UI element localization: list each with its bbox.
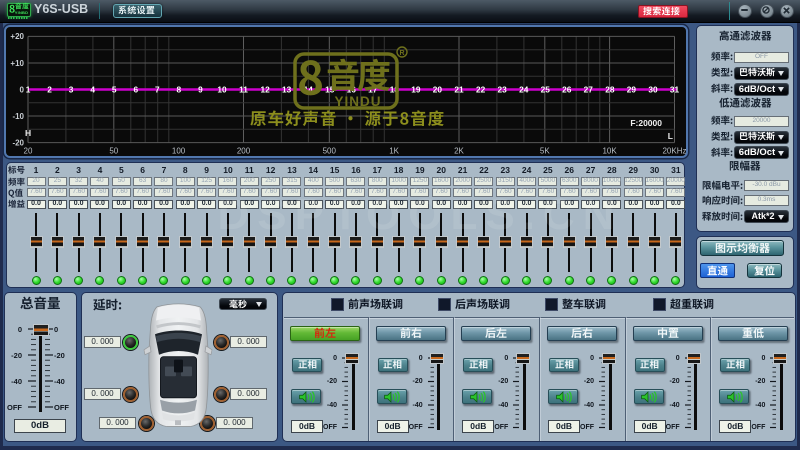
svg-text:30: 30	[648, 84, 658, 94]
svg-text:20KHz: 20KHz	[662, 147, 686, 156]
svg-text:6: 6	[133, 84, 138, 94]
svg-text:25: 25	[541, 84, 551, 94]
svg-text:13: 13	[282, 84, 292, 94]
svg-text:12: 12	[260, 84, 270, 94]
svg-text:7: 7	[155, 84, 160, 94]
svg-text:+20: +20	[10, 32, 24, 41]
svg-text:31: 31	[670, 84, 680, 94]
svg-text:19: 19	[411, 84, 421, 94]
svg-text:H: H	[25, 128, 31, 138]
svg-text:22: 22	[476, 84, 486, 94]
svg-text:5: 5	[112, 84, 117, 94]
svg-text:200: 200	[237, 147, 251, 156]
svg-text:F:20000: F:20000	[630, 118, 662, 128]
svg-text:29: 29	[627, 84, 637, 94]
svg-text:27: 27	[584, 84, 594, 94]
svg-text:4: 4	[90, 84, 95, 94]
svg-text:3: 3	[69, 84, 74, 94]
svg-text:9: 9	[198, 84, 203, 94]
svg-text:10: 10	[217, 84, 227, 94]
svg-text:23: 23	[497, 84, 507, 94]
svg-text:20: 20	[433, 84, 443, 94]
svg-text:11: 11	[239, 84, 248, 94]
svg-text:10K: 10K	[602, 147, 617, 156]
svg-text:8: 8	[176, 84, 181, 94]
svg-text:-10: -10	[12, 112, 24, 121]
svg-text:R: R	[399, 50, 404, 57]
svg-text:2K: 2K	[454, 147, 464, 156]
svg-text:50: 50	[109, 147, 118, 156]
svg-text:L: L	[668, 131, 673, 141]
svg-text:1K: 1K	[389, 147, 399, 156]
svg-text:100: 100	[172, 147, 186, 156]
svg-text:5K: 5K	[540, 147, 550, 156]
svg-text:28: 28	[605, 84, 615, 94]
svg-text:26: 26	[562, 84, 572, 94]
svg-text:0: 0	[20, 85, 25, 94]
svg-text:21: 21	[454, 84, 464, 94]
svg-text:20: 20	[24, 147, 33, 156]
svg-text:24: 24	[519, 84, 529, 94]
svg-text:2: 2	[47, 84, 52, 94]
svg-text:500: 500	[323, 147, 337, 156]
svg-text:1: 1	[26, 84, 31, 94]
svg-text:+10: +10	[10, 59, 24, 68]
